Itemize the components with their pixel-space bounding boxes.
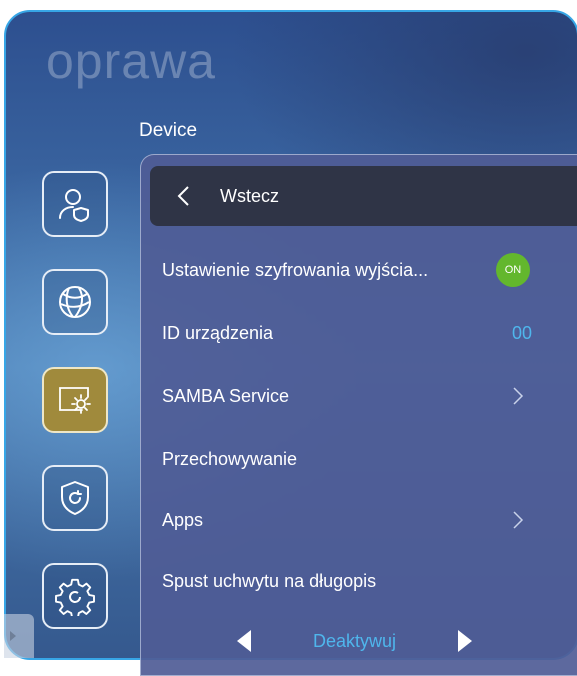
menu-item-label: Spust uchwytu na długopis	[162, 570, 377, 591]
display-settings-icon	[59, 387, 91, 414]
menu-item-apps[interactable]: Apps	[162, 500, 542, 540]
sidebar-item-system[interactable]	[42, 563, 108, 629]
sidebar-item-user[interactable]	[42, 171, 108, 237]
sidebar-item-security[interactable]	[42, 465, 108, 531]
pen-release-value: Deaktywuj	[313, 630, 397, 651]
menu-item-label: SAMBA Service	[162, 385, 290, 406]
sidebar-item-device[interactable]	[42, 367, 108, 433]
menu-item-label: ID urządzenia	[162, 322, 274, 343]
pen-release-selector[interactable]: Deaktywuj	[235, 624, 535, 658]
chevron-right-icon	[513, 387, 524, 405]
menu-item-label: Ustawienie szyfrowania wyjścia...	[162, 259, 429, 280]
section-title: Device	[139, 120, 198, 141]
back-button[interactable]: Wstecz	[150, 166, 577, 226]
back-label: Wstecz	[220, 185, 280, 206]
menu-item-label: Apps	[162, 509, 204, 530]
side-drawer-handle[interactable]	[4, 614, 34, 658]
menu-item-device-id[interactable]: ID urządzenia 00	[162, 313, 542, 353]
sidebar-item-network[interactable]	[42, 269, 108, 335]
chevron-left-icon	[177, 186, 189, 206]
menu-item-storage[interactable]: Przechowywanie	[162, 439, 542, 479]
menu-item-label: Przechowywanie	[162, 448, 298, 469]
arrow-left-icon[interactable]	[235, 628, 253, 654]
user-shield-icon	[59, 189, 89, 222]
globe-icon	[59, 286, 91, 318]
arrow-right-icon[interactable]	[456, 628, 474, 654]
chevron-right-icon	[513, 511, 524, 529]
device-id-value: 00	[511, 322, 532, 343]
menu-item-output-encryption[interactable]: Ustawienie szyfrowania wyjścia... ON	[162, 250, 542, 290]
menu-item-samba-service[interactable]: SAMBA Service	[162, 376, 542, 416]
encryption-toggle[interactable]: ON	[496, 253, 530, 287]
shield-refresh-icon	[61, 481, 89, 515]
gear-refresh-icon	[55, 578, 95, 616]
menu-item-pen-release[interactable]: Spust uchwytu na długopis	[162, 561, 542, 601]
background-watermark: oprawa	[46, 33, 216, 89]
chevron-right-icon	[10, 631, 16, 641]
